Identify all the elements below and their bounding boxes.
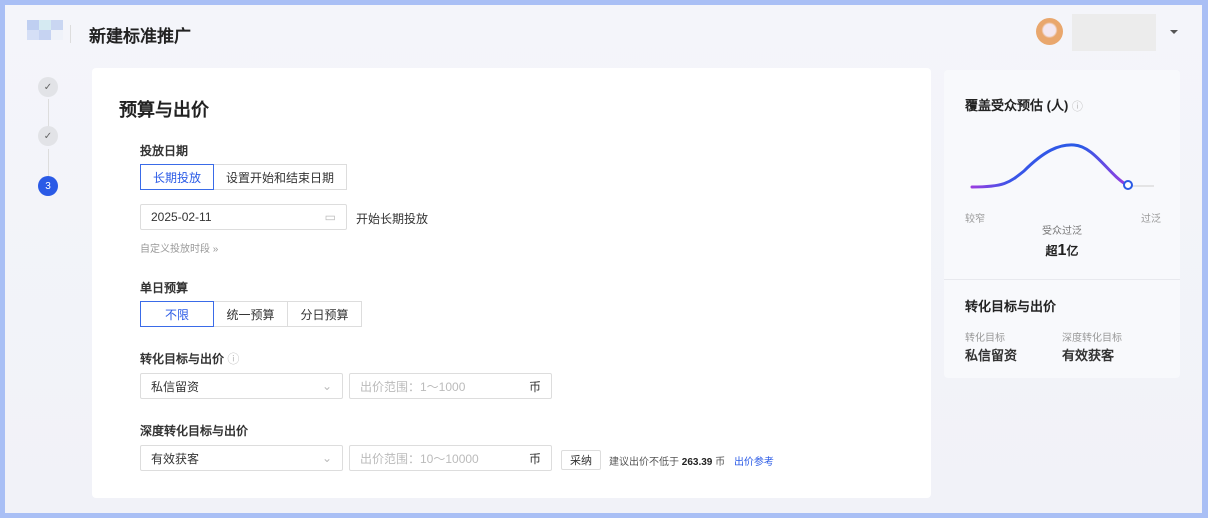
audience-status: 受众过泛 — [1042, 226, 1082, 237]
date-value: 2025-02-11 — [151, 210, 212, 224]
conv-goal-label: 转化目标 — [965, 333, 1005, 344]
conversion-label-text: 转化目标与出价 — [140, 352, 225, 366]
avatar[interactable] — [1036, 18, 1063, 45]
username-placeholder[interactable] — [1072, 14, 1156, 51]
option-uniform-budget[interactable]: 统一预算 — [214, 301, 288, 327]
suggest-unit: 币 — [715, 457, 726, 468]
suggest-prefix: 建议出价不低于 — [609, 457, 679, 468]
divider — [70, 25, 71, 43]
conversion-goal-select[interactable]: 私信留资 ⌄ — [140, 373, 343, 399]
size-prefix: 超 — [1045, 244, 1058, 258]
deep-goal-select[interactable]: 有效获客 ⌄ — [140, 445, 343, 471]
option-long-term[interactable]: 长期投放 — [140, 164, 214, 190]
chevron-down-icon: ⌄ — [321, 379, 332, 393]
custom-schedule-label: 自定义投放时段 — [140, 244, 210, 255]
bid-placeholder: 出价范围：10～10000 — [360, 451, 479, 466]
step-3-current[interactable]: 3 — [38, 176, 58, 196]
option-unlimited[interactable]: 不限 — [140, 301, 214, 327]
size-unit: 亿 — [1066, 244, 1079, 258]
caret-down-icon[interactable] — [1170, 30, 1178, 34]
step-2-done[interactable]: ✓ — [38, 126, 58, 146]
audience-curve — [970, 143, 1154, 190]
option-daily-budget[interactable]: 分日预算 — [288, 301, 362, 327]
deep-bid-input[interactable]: 出价范围：10～10000 币 — [349, 445, 552, 471]
deep-goal-value: 有效获客 — [1062, 348, 1115, 363]
audience-size: 超1亿 — [944, 242, 1180, 260]
logo — [27, 20, 63, 50]
bid-reference-link[interactable]: 出价参考 — [734, 457, 774, 468]
start-date-input[interactable]: 2025-02-11 ▭ — [140, 204, 347, 230]
bid-placeholder: 出价范围：1～1000 — [360, 379, 466, 394]
page-title: 新建标准推广 — [89, 27, 191, 46]
conv-goal-value: 私信留资 — [965, 348, 1018, 363]
budget-bid-card: 预算与出价 投放日期 长期投放 设置开始和结束日期 2025-02-11 ▭ 开… — [92, 68, 931, 498]
check-icon: ✓ — [43, 130, 53, 142]
check-icon: ✓ — [43, 81, 53, 93]
audience-marker — [1123, 180, 1133, 190]
calendar-icon: ▭ — [324, 210, 336, 224]
chevron-down-icon: ⌄ — [321, 451, 332, 465]
conversion-bid-input[interactable]: 出价范围：1～1000 币 — [349, 373, 552, 399]
help-icon[interactable]: ⓘ — [1072, 101, 1083, 113]
date-suffix: 开始长期投放 — [356, 212, 429, 226]
chevron-double-down-icon: » — [212, 244, 219, 255]
section-title: 预算与出价 — [119, 100, 209, 120]
unit: 币 — [528, 451, 541, 466]
deep-conversion-label: 深度转化目标与出价 — [140, 424, 249, 438]
date-label: 投放日期 — [140, 144, 189, 158]
adopt-button[interactable]: 采纳 — [561, 450, 601, 470]
conversion-label: 转化目标与出价 ⓘ — [140, 350, 239, 367]
step-1-done[interactable]: ✓ — [38, 77, 58, 97]
custom-schedule-toggle[interactable]: 自定义投放时段 » — [140, 240, 218, 255]
option-set-range[interactable]: 设置开始和结束日期 — [214, 164, 347, 190]
select-value: 私信留资 — [151, 379, 200, 394]
unit: 币 — [528, 379, 541, 394]
suggest-value: 263.39 — [681, 457, 713, 468]
divider — [944, 279, 1180, 280]
step-connector — [48, 149, 49, 177]
date-mode-toggle: 长期投放 设置开始和结束日期 — [140, 164, 347, 190]
help-icon[interactable]: ⓘ — [227, 352, 239, 366]
select-value: 有效获客 — [151, 451, 200, 466]
audience-title: 覆盖受众预估 (人) ⓘ — [965, 95, 1083, 114]
bid-suggestion: 建议出价不低于 263.39 币 出价参考 — [609, 453, 774, 468]
budget-label: 单日预算 — [140, 281, 189, 295]
audience-title-text: 覆盖受众预估 (人) — [965, 98, 1069, 113]
audience-estimate-panel: 覆盖受众预估 (人) ⓘ 较窄 过泛 受众过泛 超1亿 转化目标与出价 转化目标… — [944, 70, 1180, 378]
deep-goal-label: 深度转化目标 — [1062, 333, 1122, 344]
step-connector — [48, 99, 49, 127]
budget-toggle: 不限 统一预算 分日预算 — [140, 301, 362, 327]
conversion-summary-title: 转化目标与出价 — [965, 299, 1057, 314]
